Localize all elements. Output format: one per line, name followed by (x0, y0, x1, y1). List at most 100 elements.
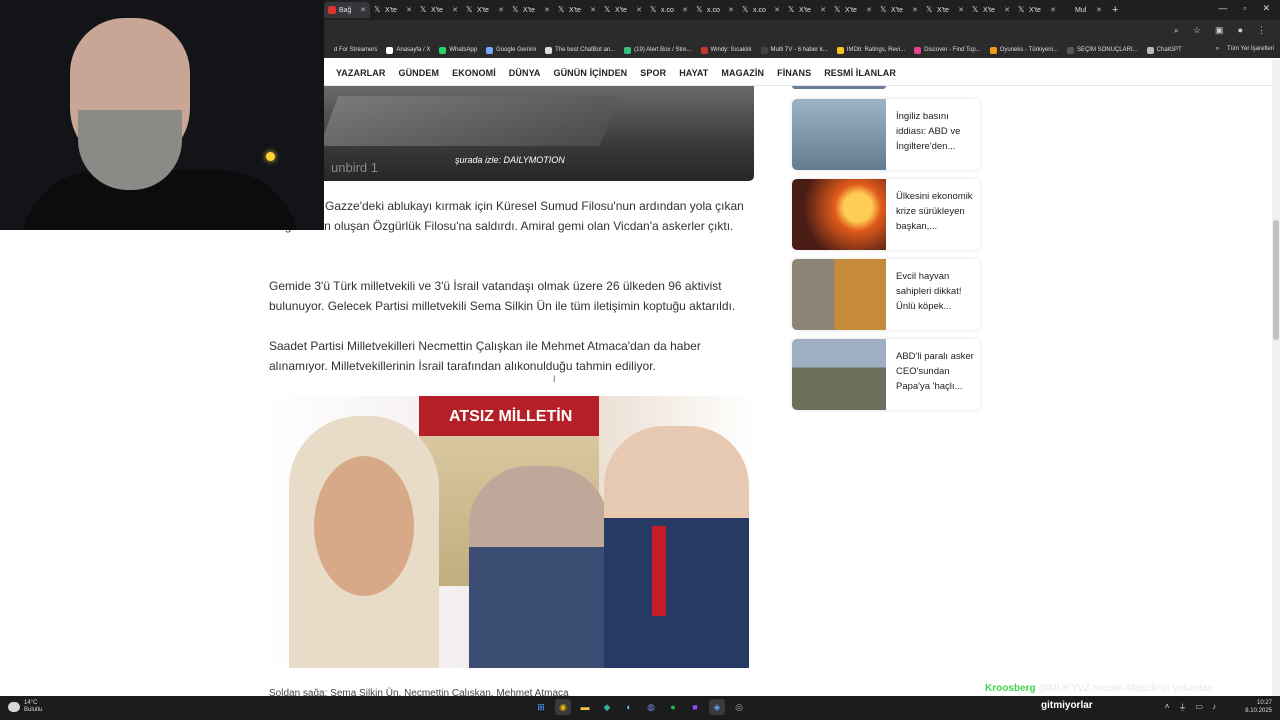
close-tab-icon[interactable]: ✕ (728, 6, 734, 14)
browser-tab[interactable]: 𝕏 X'te ✕ (968, 2, 1014, 18)
browser-tab[interactable]: 𝕏 X'te ✕ (370, 2, 416, 18)
video-embed[interactable]: unbird 1 şurada izle: DAILYMOTION (269, 86, 754, 181)
browser-tab[interactable]: 𝕏 X'te ✕ (830, 2, 876, 18)
network-icon[interactable]: ▭ (1195, 702, 1203, 713)
sidebar-item-title: Evcil hayvan sahipleri dikkat! Ünlü köpe… (896, 271, 962, 312)
spotify-icon[interactable]: ● (665, 699, 681, 715)
close-tab-icon[interactable]: ✕ (1096, 6, 1102, 14)
close-tab-icon[interactable]: ✕ (682, 6, 688, 14)
nav-item[interactable]: YAZARLAR (336, 68, 385, 78)
browser-tab[interactable]: Bağ ✕ (324, 2, 370, 18)
profile-icon[interactable]: ● (1238, 25, 1243, 36)
page-scrollbar[interactable] (1272, 60, 1280, 696)
menu-icon[interactable]: ⋮ (1257, 25, 1266, 36)
bookmark-label: Windy: Sıcaklık (710, 47, 752, 53)
close-tab-icon[interactable]: ✕ (636, 6, 642, 14)
volume-icon[interactable]: ♪ (1212, 702, 1216, 713)
chrome-icon[interactable]: ◉ (555, 699, 571, 715)
nav-item[interactable]: MAGAZİN (721, 68, 764, 78)
sidebar-item[interactable]: ABD'li paralı asker CEO'sundan Papa'ya '… (792, 339, 980, 410)
browser-tab[interactable]: 𝕏 X'te ✕ (508, 2, 554, 18)
close-tab-icon[interactable]: ✕ (866, 6, 872, 14)
nav-item[interactable]: FİNANS (777, 68, 811, 78)
chat-message: @MUKYVZ hocam Atatürk'ün yolundan (1038, 683, 1214, 694)
bookmark-item[interactable]: IMDb: Ratings, Revi... (836, 46, 905, 54)
sidebar-previous-item-edge[interactable] (792, 86, 886, 89)
bookmark-item[interactable]: Discover - Find Top... (914, 46, 981, 54)
file-explorer-icon[interactable]: ▬ (577, 699, 593, 715)
bookmark-star-icon[interactable]: ☆ (1193, 25, 1201, 36)
sidebar-item[interactable]: Ülkesini ekonomik krize sürükleyen başka… (792, 179, 980, 250)
all-bookmarks-link[interactable]: Tüm Yer İşaretleri (1227, 46, 1274, 52)
photo-face-left (314, 456, 414, 596)
sidebar-item[interactable]: Evcil hayvan sahipleri dikkat! Ünlü köpe… (792, 259, 980, 330)
bookmark-item[interactable]: Anasayfa / X (386, 46, 430, 54)
app-icon[interactable]: ■ (687, 699, 703, 715)
nav-item[interactable]: GÜNDEM (398, 68, 439, 78)
nav-item[interactable]: SPOR (640, 68, 666, 78)
more-bookmarks-icon[interactable]: » (1216, 46, 1219, 52)
browser-tab[interactable]: 𝕏 X'te ✕ (1014, 2, 1060, 18)
browser-tab[interactable]: 𝕏 X'te ✕ (554, 2, 600, 18)
scrollbar-thumb[interactable] (1273, 220, 1279, 340)
clock[interactable]: 10:27 8.10.2025 (1245, 699, 1272, 715)
bookmark-item[interactable]: ChatGPT (1146, 46, 1182, 54)
close-tab-icon[interactable]: ✕ (590, 6, 596, 14)
close-tab-icon[interactable]: ✕ (912, 6, 918, 14)
close-tab-icon[interactable]: ✕ (820, 6, 826, 14)
bookmark-item[interactable]: Multi TV - 6 haber k... (760, 46, 828, 54)
app-icon[interactable]: ◆ (599, 699, 615, 715)
app-icon[interactable]: ◈ (709, 699, 725, 715)
nav-item[interactable]: GÜNÜN İÇİNDEN (553, 68, 627, 78)
restore-icon[interactable]: ▫ (1243, 3, 1246, 14)
close-tab-icon[interactable]: ✕ (1004, 6, 1010, 14)
browser-tab[interactable]: 𝕏x.co ✕ (692, 2, 738, 18)
new-tab-icon[interactable]: + (1112, 4, 1118, 16)
bookmark-item[interactable]: d For Streamers (324, 46, 377, 54)
usb-icon[interactable]: ⏚ (1178, 702, 1186, 713)
close-tab-icon[interactable]: ✕ (544, 6, 550, 14)
close-tab-icon[interactable]: ✕ (452, 6, 458, 14)
bookmark-favicon-icon (1066, 46, 1074, 54)
nav-item[interactable]: RESMİ İLANLAR (824, 68, 896, 78)
bookmark-item[interactable]: Oyuneks - Türkiyeni... (989, 46, 1058, 54)
sidebar-item[interactable]: İngiliz basını iddiası: ABD ve İngiltere… (792, 99, 980, 170)
minimize-icon[interactable]: — (1218, 3, 1227, 14)
close-tab-icon[interactable]: ✕ (1050, 6, 1056, 14)
close-tab-icon[interactable]: ✕ (958, 6, 964, 14)
browser-tab[interactable]: 𝕏x.co ✕ (646, 2, 692, 18)
browser-tab[interactable]: 𝕏 X'te ✕ (600, 2, 646, 18)
weather-widget[interactable]: 14°C Bulutlu (8, 700, 42, 714)
zoom-icon[interactable]: ⌕ (1174, 25, 1179, 36)
browser-tab[interactable]: 𝕏 X'te ✕ (876, 2, 922, 18)
bookmark-item[interactable]: Google Gemini (486, 46, 536, 54)
clock-time: 10:27 (1256, 700, 1272, 706)
close-tab-icon[interactable]: ✕ (498, 6, 504, 14)
obs-icon[interactable]: ◎ (731, 699, 747, 715)
close-tab-icon[interactable]: ✕ (774, 6, 780, 14)
close-tab-icon[interactable]: ✕ (406, 6, 412, 14)
browser-tab[interactable]: 𝕏 X'te ✕ (922, 2, 968, 18)
browser-tab[interactable]: 𝕏x.co ✕ (738, 2, 784, 18)
nav-item[interactable]: DÜNYA (509, 68, 541, 78)
discord-icon[interactable]: ◍ (643, 699, 659, 715)
chevron-up-icon[interactable]: ˄ (1165, 702, 1170, 713)
bookmark-item[interactable]: SEÇİM SONUÇLARI... (1066, 46, 1138, 54)
steam-icon[interactable]: ◐ (621, 699, 637, 715)
browser-tab[interactable]: Mul ✕ (1060, 2, 1106, 18)
bookmark-item[interactable]: The best ChatBot an... (545, 46, 615, 54)
video-source-caption[interactable]: şurada izle: DAILYMOTION (455, 155, 565, 165)
browser-tab[interactable]: 𝕏 X'te ✕ (462, 2, 508, 18)
close-tab-icon[interactable]: ✕ (360, 6, 366, 14)
close-window-icon[interactable]: ✕ (1262, 3, 1270, 14)
bookmark-item[interactable]: (19) Alert Box / Stre... (624, 46, 692, 54)
start-icon[interactable]: ⊞ (533, 699, 549, 715)
bookmark-favicon-icon (545, 46, 553, 54)
browser-tab[interactable]: 𝕏 X'te ✕ (416, 2, 462, 18)
bookmark-item[interactable]: Windy: Sıcaklık (700, 46, 752, 54)
nav-item[interactable]: EKONOMİ (452, 68, 496, 78)
bookmark-item[interactable]: WhatsApp (439, 46, 477, 54)
browser-tab[interactable]: 𝕏 X'te ✕ (784, 2, 830, 18)
nav-item[interactable]: HAYAT (679, 68, 708, 78)
extensions-icon[interactable]: ▣ (1215, 25, 1224, 36)
